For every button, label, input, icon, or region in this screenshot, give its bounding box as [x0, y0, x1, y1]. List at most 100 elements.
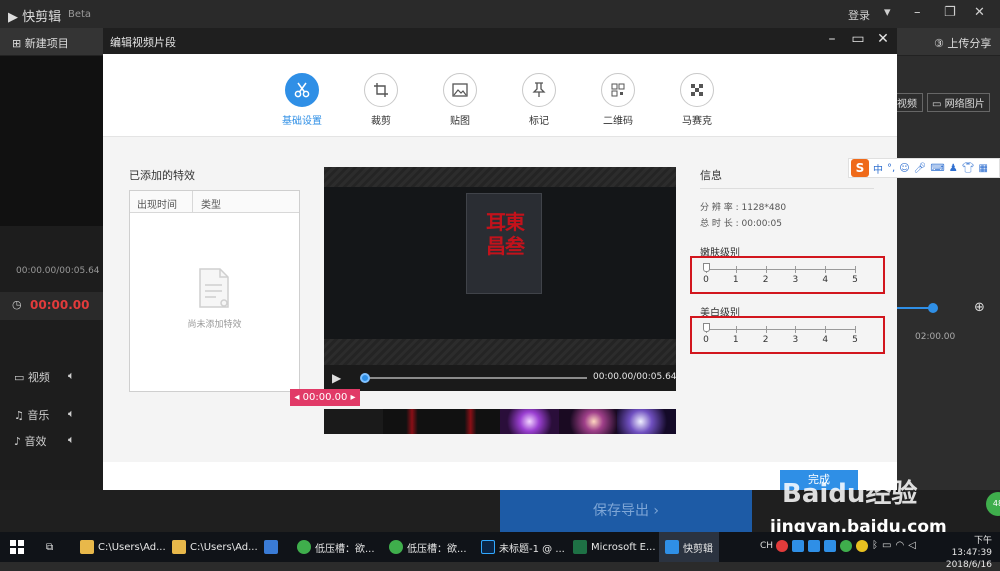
- effects-table[interactable]: 出现时间 类型 尚未添加特效: [129, 190, 300, 392]
- tray-app-icon[interactable]: [808, 540, 820, 552]
- restore-icon[interactable]: ❐: [944, 5, 956, 20]
- grid-icon[interactable]: ▦: [978, 163, 987, 174]
- clock-icon: ◷: [12, 298, 22, 311]
- windows-icon: [10, 540, 24, 554]
- filmstrip[interactable]: [324, 409, 677, 434]
- slider-tick-label: 4: [822, 335, 829, 345]
- slider-tick-label: 4: [822, 275, 829, 285]
- dialog-title: 编辑视频片段: [110, 36, 176, 49]
- scissors-icon: [285, 73, 319, 107]
- zoom-in-icon[interactable]: ⊕: [974, 300, 985, 315]
- wifi-icon[interactable]: ◠: [895, 540, 904, 552]
- battery-icon[interactable]: ▭: [882, 540, 891, 552]
- tray-app-icon[interactable]: [776, 540, 788, 552]
- tab-mosaic[interactable]: 马赛克: [667, 73, 727, 127]
- smooth-level-slider[interactable]: 0 1 2 3 4 5: [690, 256, 885, 294]
- volume-icon[interactable]: ◁: [908, 540, 916, 552]
- web-image-button[interactable]: ▭ 网络图片: [927, 93, 990, 112]
- player-time: 00:00.00/00:05.64: [593, 372, 676, 382]
- start-button[interactable]: [4, 532, 30, 562]
- tab-qrcode[interactable]: 二维码: [588, 73, 648, 127]
- effects-table-header: 出现时间 类型: [130, 191, 299, 213]
- folder-icon: [172, 540, 186, 554]
- tab-basic-settings[interactable]: 基础设置: [272, 73, 332, 127]
- volume-icon[interactable]: 🔈︎: [68, 407, 75, 421]
- tab-label: 马赛克: [682, 116, 712, 127]
- slider-tick: [795, 326, 797, 333]
- maximize-icon[interactable]: ▭: [850, 31, 866, 47]
- taskbar-item[interactable]: Microsoft E...: [567, 532, 662, 562]
- tab-crop[interactable]: 裁剪: [351, 73, 411, 127]
- pin-icon: [522, 73, 556, 107]
- minimize-icon[interactable]: –: [914, 5, 921, 20]
- slider-track[interactable]: [706, 269, 855, 270]
- close-app-icon[interactable]: ✕: [974, 5, 985, 20]
- kuaijianji-icon: [665, 540, 679, 554]
- tray-download-icon[interactable]: [792, 540, 804, 552]
- bluetooth-icon[interactable]: ᛒ: [872, 540, 878, 552]
- slider-tick: [735, 266, 737, 273]
- ime-toolbar: S 中 °, ☺ 🎤︎ ⌨ ♟ 👕︎ ▦: [848, 158, 1000, 178]
- duration-row: 总 时 长 : 00:00:05: [700, 219, 782, 229]
- minimize-icon[interactable]: –: [824, 31, 840, 47]
- slider-tick-label: 0: [703, 335, 709, 345]
- taskbar-item[interactable]: 未标题-1 @ ...: [475, 532, 571, 562]
- volume-icon[interactable]: 🔈︎: [68, 433, 75, 447]
- menu-icon[interactable]: ▾: [884, 5, 891, 20]
- taskbar-item[interactable]: 低压槽：欲...: [291, 532, 381, 562]
- taskbar-item[interactable]: [258, 532, 288, 562]
- tray-app-icon[interactable]: [856, 540, 868, 552]
- tray-app-icon[interactable]: [840, 540, 852, 552]
- filmstrip-frame: [558, 409, 618, 434]
- video-frame: 耳東 昌叁: [324, 187, 676, 339]
- clock-date: 2018/6/16: [945, 560, 992, 570]
- seek-bar[interactable]: [364, 377, 587, 379]
- login-link[interactable]: 登录: [848, 7, 870, 23]
- slider-thumb[interactable]: [703, 263, 710, 272]
- slider-track[interactable]: [706, 329, 855, 330]
- zoom-slider-knob[interactable]: [928, 303, 938, 313]
- clock-time: 下午 13:47:39: [951, 536, 992, 558]
- taskbar-clock[interactable]: 下午 13:47:39 2018/6/16: [932, 535, 992, 571]
- punctuation-icon[interactable]: °,: [887, 163, 895, 174]
- close-icon[interactable]: ✕: [875, 31, 891, 47]
- taskbar-item[interactable]: 快剪辑: [659, 532, 719, 562]
- slider-tick-label: 5: [852, 335, 858, 345]
- tray-app-icon[interactable]: [824, 540, 836, 552]
- slider-thumb[interactable]: [703, 323, 710, 332]
- store-icon: [264, 540, 278, 554]
- volume-icon[interactable]: 🔈︎: [68, 369, 75, 383]
- save-export-button[interactable]: 保存导出 ›: [500, 490, 752, 532]
- baidu-watermark: Baidu经验 jingyan.baidu.com: [762, 455, 1000, 537]
- slider-tick: [735, 326, 737, 333]
- tab-label: 裁剪: [371, 116, 391, 127]
- tab-sticker[interactable]: 贴图: [430, 73, 490, 127]
- edit-clip-dialog: 编辑视频片段 – ▭ ✕ 基础设置 裁剪 贴图 标记 二维码 马赛克 已添加的特…: [103, 28, 897, 490]
- ime-tray[interactable]: CH: [760, 541, 773, 551]
- tab-mark[interactable]: 标记: [509, 73, 569, 127]
- play-icon[interactable]: ▶: [332, 371, 341, 385]
- taskbar-item[interactable]: 低压槽：欲...: [383, 532, 473, 562]
- user-icon[interactable]: ♟: [949, 163, 958, 174]
- seek-knob[interactable]: [360, 373, 370, 383]
- emoji-icon[interactable]: ☺: [899, 163, 909, 174]
- app-timecode: 00:00.00/00:05.64: [16, 266, 100, 276]
- playhead-bar: ◷ 00:00.00: [0, 292, 103, 320]
- new-project-button[interactable]: ⊞ 新建项目: [12, 35, 69, 51]
- whiten-level-slider[interactable]: 0 1 2 3 4 5: [690, 316, 885, 354]
- photoshop-icon: [481, 540, 495, 554]
- task-view-icon[interactable]: ⧉: [40, 532, 59, 562]
- taskbar-item[interactable]: C:\Users\Ad...: [166, 532, 264, 562]
- sogou-logo-icon[interactable]: S: [851, 159, 869, 177]
- microphone-icon[interactable]: 🎤︎: [914, 163, 927, 174]
- skin-icon[interactable]: 👕︎: [962, 163, 975, 174]
- keyboard-icon[interactable]: ⌨: [930, 163, 944, 174]
- time-marker[interactable]: ◂ 00:00.00 ▸: [290, 389, 360, 406]
- app-right-panel: 视频 ▭ 网络图片 ⊕ 02:00.00: [891, 56, 1000, 490]
- col-type-header: 类型: [201, 200, 221, 211]
- upload-share-button[interactable]: ③ 上传分享: [934, 35, 991, 51]
- info-title: 信息: [700, 169, 722, 182]
- taskbar-item[interactable]: C:\Users\Ad...: [74, 532, 172, 562]
- dialog-header: 编辑视频片段 – ▭ ✕: [103, 28, 897, 54]
- ime-lang-toggle[interactable]: 中: [873, 161, 883, 176]
